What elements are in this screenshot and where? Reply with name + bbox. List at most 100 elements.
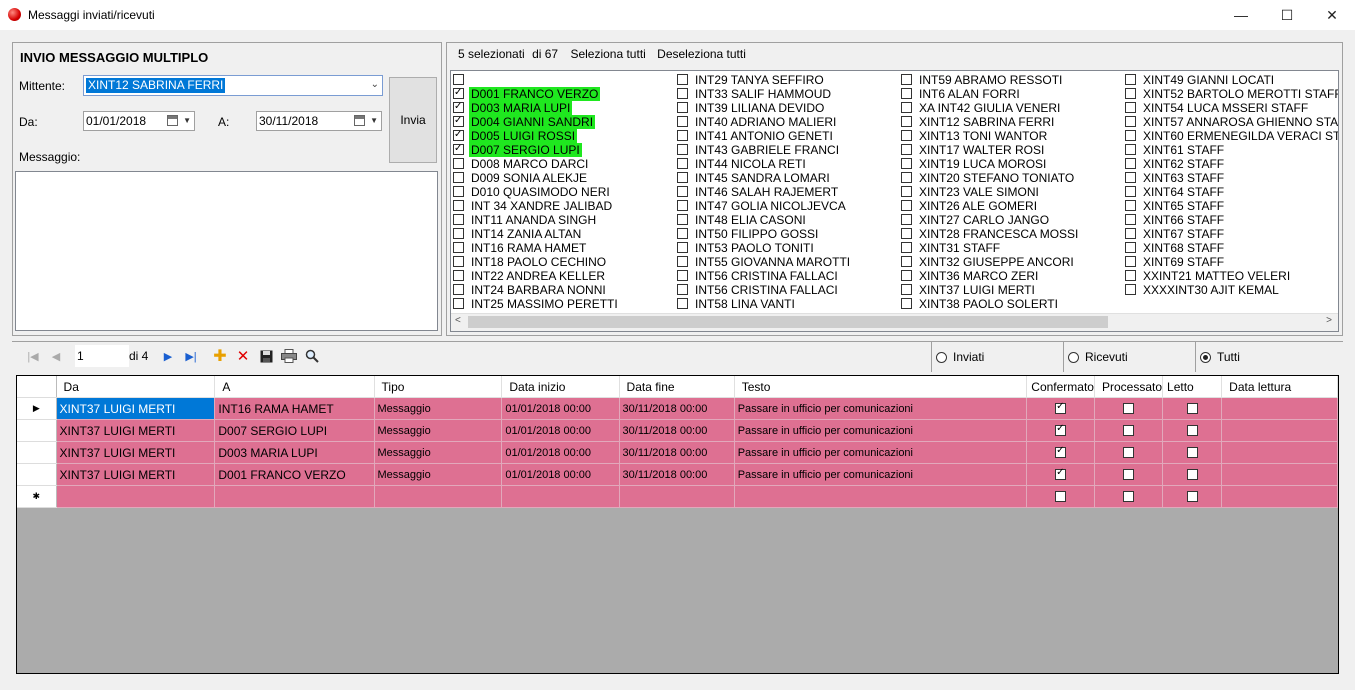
search-icon[interactable] [303,347,321,365]
recipient-checkbox[interactable] [677,102,688,113]
recipient-checkbox[interactable] [1125,130,1136,141]
cell-end-date[interactable]: 30/11/2018 00:00 [619,441,735,464]
confirmed-checkbox[interactable] [1055,423,1067,436]
processed-checkbox[interactable] [1123,402,1134,414]
recipient-checkbox[interactable] [901,186,912,197]
recipient-item[interactable]: INT40 ADRIANO MALIERI [677,115,852,129]
recipient-item[interactable]: INT44 NICOLA RETI [677,157,852,171]
recipient-checkbox[interactable] [901,144,912,155]
recipient-item[interactable]: XINT13 TONI WANTOR [901,129,1080,143]
recipient-item[interactable]: D004 GIANNI SANDRI [453,114,620,129]
recipient-checkbox[interactable] [677,130,688,141]
cell-start-date[interactable]: 01/01/2018 00:00 [501,419,620,442]
recipient-checkbox[interactable] [453,100,464,114]
recipient-item[interactable]: XINT37 LUIGI MERTI [901,283,1080,297]
filter-sent[interactable]: Inviati [931,342,1064,372]
recipient-item[interactable]: XINT17 WALTER ROSI [901,143,1080,157]
radio-sent[interactable] [936,351,947,363]
cell-start-date[interactable]: 01/01/2018 00:00 [501,463,620,486]
recipient-item[interactable]: INT46 SALAH RAJEMERT [677,185,852,199]
recipient-item[interactable]: XINT61 STAFF [1125,143,1338,157]
row-header[interactable] [17,463,57,486]
cell-text[interactable]: Passare in ufficio per comunicazioni [734,463,1028,486]
cell-text[interactable]: Passare in ufficio per comunicazioni [734,397,1028,420]
recipient-item[interactable]: INT56 CRISTINA FALLACI [677,283,852,297]
cell-end-date[interactable]: 30/11/2018 00:00 [619,419,735,442]
recipient-item[interactable]: INT11 ANANDA SINGH [453,213,620,227]
cell-start-date[interactable]: 01/01/2018 00:00 [501,397,620,420]
recipient-checkbox[interactable] [901,172,912,183]
column-header-from[interactable]: Da [56,376,216,398]
cell-text[interactable]: Passare in ufficio per comunicazioni [734,441,1028,464]
last-page-icon[interactable]: ▶| [182,347,200,365]
recipient-checkbox[interactable] [901,284,912,295]
recipient-checkbox[interactable] [677,158,688,169]
select-all-button[interactable]: Seleziona tutti [570,47,645,61]
previous-page-icon[interactable]: ◀ [47,347,65,365]
table-row[interactable]: XINT37 LUIGI MERTI D007 SERGIO LUPI Messag… [17,419,1338,442]
recipient-checkbox[interactable] [1125,228,1136,239]
recipient-item[interactable]: D003 MARIA LUPI [453,100,620,115]
recipient-checkbox[interactable] [901,200,912,211]
recipients-checklist[interactable]: D001 FRANCO VERZOD003 MARIA LUPID004 GIA… [450,70,1339,332]
cell-from[interactable]: XINT37 LUIGI MERTI [56,419,216,442]
recipient-item[interactable]: INT50 FILIPPO GOSSI [677,227,852,241]
delete-icon[interactable]: ✕ [234,347,252,365]
recipient-item[interactable]: INT45 SANDRA LOMARI [677,171,852,185]
cell-text[interactable]: Passare in ufficio per comunicazioni [734,419,1028,442]
radio-all[interactable] [1200,351,1211,363]
filter-received[interactable]: Ricevuti [1063,342,1196,372]
recipient-item[interactable]: D001 FRANCO VERZO [453,86,620,101]
recipient-item[interactable]: XINT57 ANNAROSA GHIENNO STAFF [1125,115,1338,129]
recipient-checkbox[interactable] [901,214,912,225]
recipient-item[interactable]: INT14 ZANIA ALTAN [453,227,620,241]
read-checkbox[interactable] [1186,468,1198,480]
recipient-checkbox[interactable] [901,74,912,85]
recipient-checkbox[interactable] [677,116,688,127]
recipient-item[interactable]: XINT49 GIANNI LOCATI [1125,73,1338,87]
cell-type[interactable]: Messaggio [374,419,503,442]
next-page-icon[interactable]: ▶ [159,347,177,365]
recipient-item[interactable]: D009 SONIA ALEKJE [453,171,620,185]
recipient-checkbox[interactable] [677,256,688,267]
recipient-checkbox[interactable] [677,200,688,211]
recipient-item[interactable] [453,73,620,87]
recipient-item[interactable]: INT59 ABRAMO RESSOTI [901,73,1080,87]
recipient-item[interactable]: D007 SERGIO LUPI [453,142,620,157]
recipient-item[interactable]: XINT31 STAFF [901,241,1080,255]
recipient-checkbox[interactable] [1125,242,1136,253]
first-page-icon[interactable]: |◀ [24,347,42,365]
recipient-checkbox[interactable] [901,228,912,239]
read-checkbox[interactable] [1186,490,1198,502]
recipient-item[interactable]: INT6 ALAN FORRI [901,87,1080,101]
new-row-cell[interactable] [374,485,503,508]
radio-received[interactable] [1068,351,1079,363]
cell-to[interactable]: D003 MARIA LUPI [214,441,375,464]
recipient-item[interactable]: XA INT42 GIULIA VENERI [901,101,1080,115]
recipient-checkbox[interactable] [1125,270,1136,281]
table-row[interactable]: XINT37 LUIGI MERTI D001 FRANCO VERZO Messa… [17,463,1338,486]
recipient-checkbox[interactable] [1125,74,1136,85]
recipient-checkbox[interactable] [453,74,464,85]
recipient-checkbox[interactable] [1125,284,1136,295]
minimize-button[interactable]: — [1218,0,1264,30]
recipient-checkbox[interactable] [453,200,464,211]
column-header-text[interactable]: Testo [734,376,1028,398]
column-header-to[interactable]: A [214,376,375,398]
new-row-cell[interactable] [734,485,1028,508]
recipient-checkbox[interactable] [453,128,464,142]
page-number-input[interactable] [75,345,129,367]
recipient-checkbox[interactable] [453,86,464,100]
recipient-checkbox[interactable] [1125,200,1136,211]
recipient-checkbox[interactable] [1125,102,1136,113]
column-header-read[interactable]: Letto [1162,376,1223,398]
recipient-item[interactable]: XINT54 LUCA MSSERI STAFF [1125,101,1338,115]
message-textarea[interactable] [15,171,438,331]
recipient-checkbox[interactable] [1125,214,1136,225]
read-checkbox[interactable] [1186,424,1198,436]
recipient-item[interactable]: INT43 GABRIELE FRANCI [677,143,852,157]
cell-read-date[interactable] [1221,419,1338,442]
processed-checkbox[interactable] [1123,490,1134,502]
recipient-checkbox[interactable] [453,114,464,128]
read-checkbox[interactable] [1186,402,1198,414]
